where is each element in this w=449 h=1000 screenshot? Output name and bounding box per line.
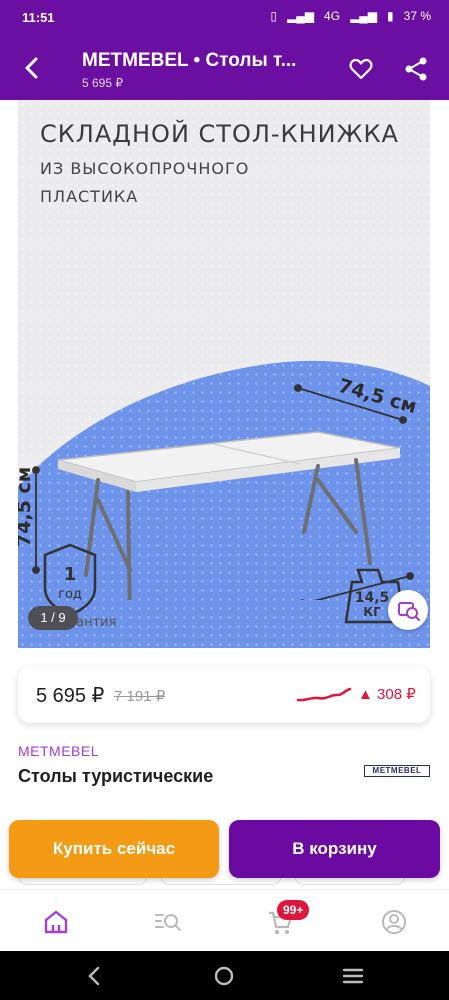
header-price: 5 695 ₽ [82, 76, 123, 90]
warranty-unit: год [58, 587, 82, 602]
battery-label: 37 % [403, 9, 431, 23]
brand-link[interactable]: METMEBEL [18, 743, 99, 759]
network-label: 4G [324, 9, 341, 23]
current-price: 5 695 ₽ [36, 685, 105, 707]
dim-length-label: 181 см [225, 591, 309, 600]
warranty-years: 1 [64, 564, 77, 585]
back-arrow-icon[interactable] [18, 54, 46, 82]
home-icon[interactable] [42, 908, 70, 936]
heart-icon[interactable] [348, 56, 374, 82]
catalog-search-icon[interactable] [154, 908, 182, 936]
share-icon[interactable] [403, 56, 429, 82]
old-price: 7 191 ₽ [114, 688, 166, 705]
product-image-gallery[interactable]: СКЛАДНОЙ СТОЛ-КНИЖКА ИЗ ВЫСОКОПРОЧНОГО П… [18, 100, 430, 648]
bottom-navigation: 99+ [0, 889, 449, 951]
system-back-icon[interactable] [84, 965, 106, 987]
status-time: 11:51 [22, 10, 55, 25]
app-bar: METMEBEL • Столы т... 5 695 ₽ [0, 36, 449, 100]
signal-icon-2: ▂▄▆ [350, 9, 378, 23]
status-icons: ▯ ▂▄▆ 4G ▂▄▆ ▮ 37 % [270, 9, 431, 23]
system-navigation-bar [0, 951, 449, 1000]
image-subheadline: ИЗ ВЫСОКОПРОЧНОГО ПЛАСТИКА [40, 159, 250, 206]
image-search-icon [398, 602, 420, 621]
weight-value: 14,5 [355, 590, 390, 606]
dim-height-label: 74,5 см [18, 467, 35, 547]
image-headline: СКЛАДНОЙ СТОЛ-КНИЖКА [40, 120, 399, 148]
weight-unit: КГ [363, 605, 381, 619]
price-history-sparkline [296, 687, 352, 702]
signal-icon: ▂▄▆ [287, 9, 315, 23]
product-category: Столы туристические [18, 766, 214, 786]
system-recents-icon[interactable] [342, 965, 364, 987]
cart-count-badge: 99+ [277, 900, 310, 920]
price-change: ▲ 308 ₽ [358, 686, 416, 703]
battery-icon: ▮ [387, 9, 394, 23]
image-counter: 1 / 9 [28, 606, 78, 630]
product-title: METMEBEL • Столы т... [82, 50, 297, 71]
price-card[interactable]: 5 695 ₽ 7 191 ₽ ▲ 308 ₽ [18, 667, 430, 723]
status-bar: 11:51 ▯ ▂▄▆ 4G ▂▄▆ ▮ 37 % [0, 0, 449, 36]
vibrate-icon: ▯ [270, 9, 278, 23]
system-home-icon[interactable] [213, 965, 235, 987]
buy-now-button[interactable]: Купить сейчас [9, 820, 219, 878]
brand-logo[interactable]: METMEBEL [364, 765, 430, 777]
visual-search-button[interactable] [388, 590, 428, 630]
add-to-cart-button[interactable]: В корзину [229, 820, 440, 878]
profile-icon[interactable] [380, 908, 408, 936]
